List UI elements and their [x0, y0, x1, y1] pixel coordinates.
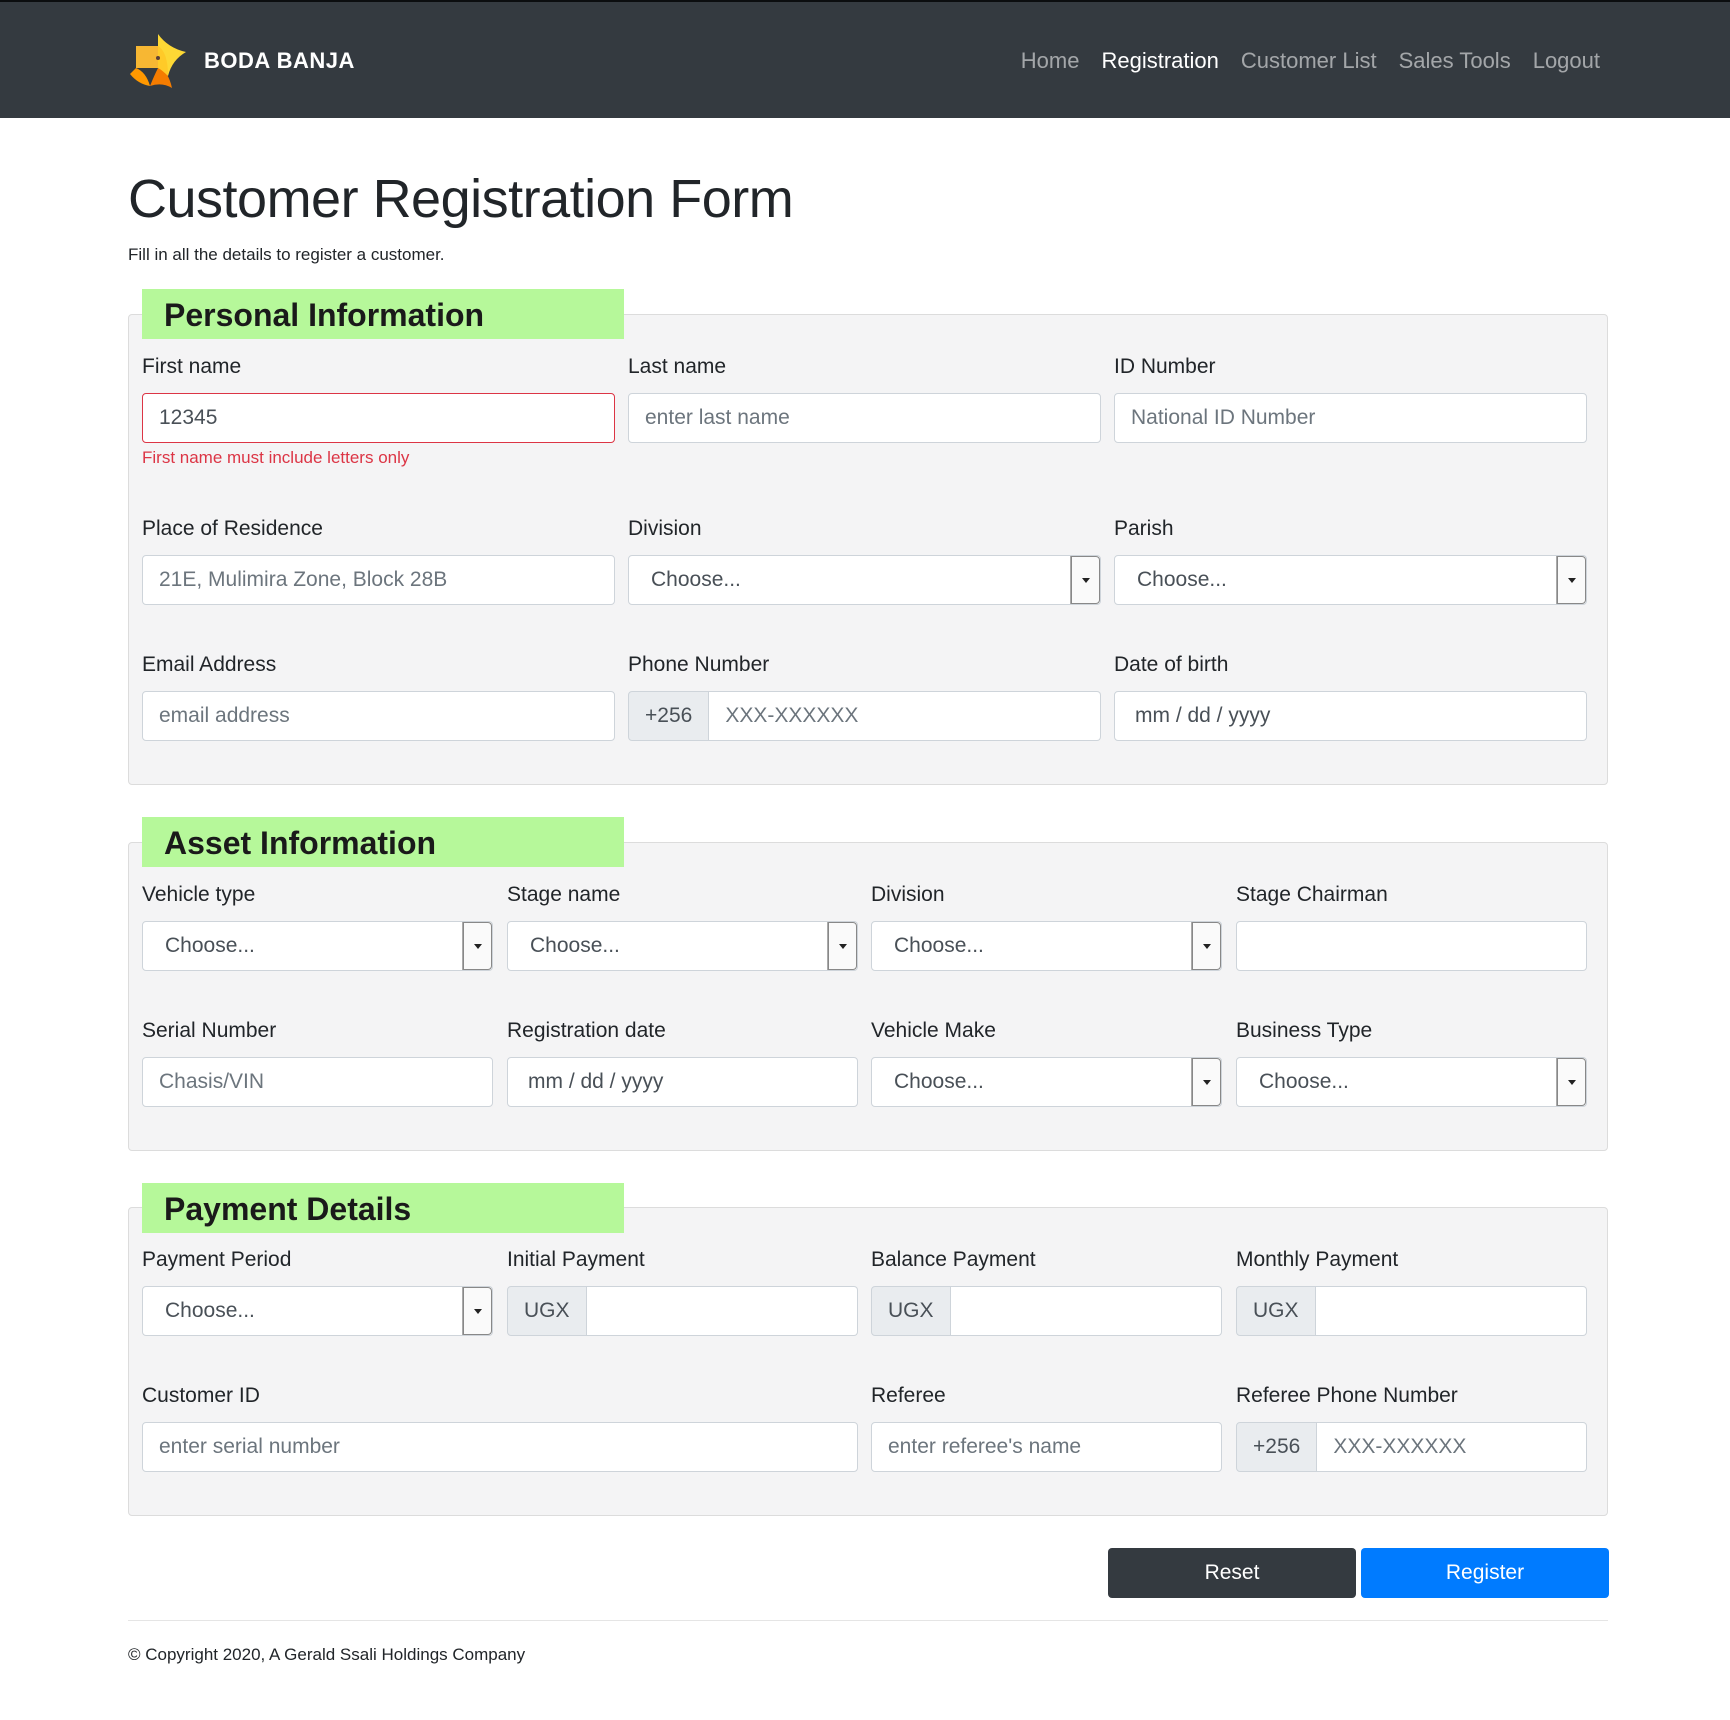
nav-home[interactable]: Home — [1021, 48, 1080, 74]
page-subtitle: Fill in all the details to register a cu… — [128, 245, 445, 264]
vehicle-make-select[interactable]: Choose... — [871, 1057, 1222, 1107]
email-input[interactable]: email address — [142, 691, 615, 741]
balance-payment-input[interactable] — [950, 1286, 1222, 1336]
dob-label: Date of birth — [1114, 653, 1229, 676]
parish-select-value: Choose... — [1137, 568, 1227, 591]
chevron-down-icon — [1070, 556, 1100, 604]
email-label: Email Address — [142, 653, 277, 676]
balance-payment-group: UGX — [871, 1286, 1222, 1336]
registration-date-label: Registration date — [507, 1019, 666, 1042]
chevron-down-icon — [462, 1287, 492, 1335]
chevron-down-icon — [1556, 556, 1586, 604]
monthly-payment-group: UGX — [1236, 1286, 1587, 1336]
personal-info-legend: Personal Information — [142, 289, 624, 339]
monthly-currency: UGX — [1236, 1286, 1316, 1336]
nav-sales-tools[interactable]: Sales Tools — [1399, 48, 1511, 74]
first-name-label: First name — [142, 355, 242, 378]
monthly-payment-label: Monthly Payment — [1236, 1248, 1399, 1271]
page-title: Customer Registration Form — [128, 169, 794, 229]
footer-copyright: © Copyright 2020, A Gerald Ssali Holding… — [128, 1645, 526, 1664]
nav-registration[interactable]: Registration — [1101, 48, 1218, 74]
payment-period-value: Choose... — [165, 1299, 255, 1322]
vehicle-make-value: Choose... — [894, 1070, 984, 1093]
phone-input[interactable]: XXX-XXXXXX — [709, 691, 1101, 741]
serial-number-input[interactable]: Chasis/VIN — [142, 1057, 493, 1107]
asset-division-label: Division — [871, 883, 945, 906]
division-select-value: Choose... — [651, 568, 741, 591]
customer-id-input[interactable]: enter serial number — [142, 1422, 858, 1472]
phone-input-group: +256 XXX-XXXXXX — [628, 691, 1101, 741]
referee-phone-group: +256 XXX-XXXXXX — [1236, 1422, 1587, 1472]
payment-legend: Payment Details — [142, 1183, 624, 1233]
chevron-down-icon — [1191, 1058, 1221, 1106]
nav-menu: Home Registration Customer List Sales To… — [999, 48, 1600, 74]
dob-input[interactable]: mm / dd / yyyy — [1114, 691, 1587, 741]
referee-phone-input[interactable]: XXX-XXXXXX — [1317, 1422, 1587, 1472]
reset-button[interactable]: Reset — [1108, 1548, 1356, 1598]
asset-info-legend: Asset Information — [142, 817, 624, 867]
residence-label: Place of Residence — [142, 517, 323, 540]
last-name-input[interactable]: enter last name — [628, 393, 1101, 443]
vehicle-type-select[interactable]: Choose... — [142, 921, 493, 971]
phone-prefix: +256 — [628, 691, 710, 741]
asset-division-value: Choose... — [894, 934, 984, 957]
last-name-label: Last name — [628, 355, 727, 378]
payment-period-select[interactable]: Choose... — [142, 1286, 493, 1336]
nav-customer-list[interactable]: Customer List — [1241, 48, 1377, 74]
id-number-input[interactable]: National ID Number — [1114, 393, 1587, 443]
chevron-down-icon — [827, 922, 857, 970]
id-number-label: ID Number — [1114, 355, 1216, 378]
phone-label: Phone Number — [628, 653, 770, 676]
referee-input[interactable]: enter referee's name — [871, 1422, 1222, 1472]
stage-name-select[interactable]: Choose... — [507, 921, 858, 971]
monthly-payment-input[interactable] — [1315, 1286, 1587, 1336]
division-select[interactable]: Choose... — [628, 555, 1101, 605]
chevron-down-icon — [1556, 1058, 1586, 1106]
referee-phone-prefix: +256 — [1236, 1422, 1318, 1472]
balance-currency: UGX — [871, 1286, 951, 1336]
registration-date-input[interactable]: mm / dd / yyyy — [507, 1057, 858, 1107]
customer-id-label: Customer ID — [142, 1384, 260, 1407]
referee-label: Referee — [871, 1384, 946, 1407]
stage-name-label: Stage name — [507, 883, 621, 906]
vehicle-type-label: Vehicle type — [142, 883, 256, 906]
stage-name-value: Choose... — [530, 934, 620, 957]
chevron-down-icon — [462, 922, 492, 970]
brand-name: BODA BANJA — [204, 48, 355, 73]
boda-banja-logo-icon — [130, 34, 186, 88]
vehicle-type-value: Choose... — [165, 934, 255, 957]
residence-input[interactable]: 21E, Mulimira Zone, Block 28B — [142, 555, 615, 605]
initial-currency: UGX — [507, 1286, 587, 1336]
parish-label: Parish — [1114, 517, 1174, 540]
brand[interactable]: BODA BANJA — [128, 30, 355, 92]
business-type-select[interactable]: Choose... — [1236, 1057, 1587, 1107]
balance-payment-label: Balance Payment — [871, 1248, 1036, 1271]
stage-chairman-input[interactable] — [1236, 921, 1587, 971]
business-type-label: Business Type — [1236, 1019, 1373, 1042]
referee-phone-label: Referee Phone Number — [1236, 1384, 1458, 1407]
first-name-error: First name must include letters only — [142, 448, 410, 467]
register-button[interactable]: Register — [1361, 1548, 1609, 1598]
initial-payment-label: Initial Payment — [507, 1248, 645, 1271]
serial-number-label: Serial Number — [142, 1019, 277, 1042]
business-type-value: Choose... — [1259, 1070, 1349, 1093]
navbar: BODA BANJA Home Registration Customer Li… — [0, 0, 1730, 118]
nav-logout[interactable]: Logout — [1533, 48, 1600, 74]
initial-payment-input[interactable] — [586, 1286, 858, 1336]
initial-payment-group: UGX — [507, 1286, 858, 1336]
chevron-down-icon — [1191, 922, 1221, 970]
first-name-input[interactable]: 12345 — [142, 393, 615, 443]
parish-select[interactable]: Choose... — [1114, 555, 1587, 605]
vehicle-make-label: Vehicle Make — [871, 1019, 996, 1042]
division-label: Division — [628, 517, 702, 540]
stage-chairman-label: Stage Chairman — [1236, 883, 1388, 906]
footer-divider — [128, 1620, 1608, 1621]
payment-period-label: Payment Period — [142, 1248, 292, 1271]
asset-division-select[interactable]: Choose... — [871, 921, 1222, 971]
